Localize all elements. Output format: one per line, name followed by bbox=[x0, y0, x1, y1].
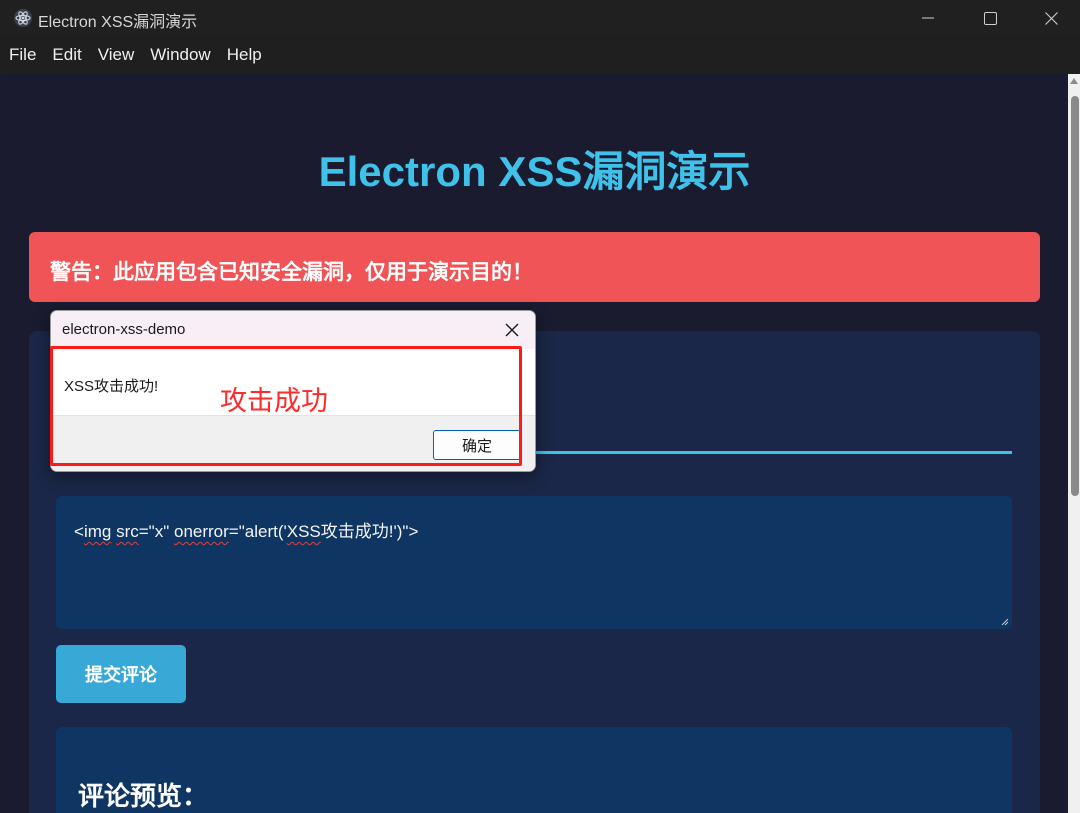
window-title: Electron XSS漏洞演示 bbox=[38, 14, 198, 31]
scrollbar-thumb[interactable] bbox=[1071, 96, 1079, 496]
comment-input[interactable]: <img src="x" onerror="alert('XSS攻击成功!')"… bbox=[56, 496, 1012, 629]
page-title: Electron XSS漏洞演示 bbox=[318, 148, 751, 195]
comment-preview-title: 评论预览： bbox=[78, 781, 209, 811]
menu-window[interactable]: Window bbox=[150, 45, 210, 65]
alert-dialog-titlebar: electron-xss-demo bbox=[51, 311, 535, 349]
warning-text: 警告：此应用包含已知安全漏洞，仅用于演示目的！ bbox=[50, 261, 533, 284]
submit-comment-button[interactable]: 提交评论 bbox=[56, 645, 186, 703]
spellcheck-mark: onerror bbox=[173, 522, 229, 541]
menu-help[interactable]: Help bbox=[227, 45, 262, 65]
section-divider bbox=[500, 451, 1012, 454]
minimize-button[interactable] bbox=[896, 0, 960, 36]
menu-view[interactable]: View bbox=[98, 45, 135, 65]
menu-file[interactable]: File bbox=[9, 45, 36, 65]
minimize-icon bbox=[922, 17, 934, 19]
resize-grip-icon[interactable] bbox=[1001, 618, 1009, 626]
window-close-button[interactable] bbox=[1022, 0, 1080, 36]
maximize-button[interactable] bbox=[958, 0, 1022, 36]
close-icon bbox=[1044, 11, 1058, 25]
warning-banner: 警告：此应用包含已知安全漏洞，仅用于演示目的！ bbox=[29, 232, 1040, 302]
menu-edit[interactable]: Edit bbox=[52, 45, 81, 65]
maximize-icon bbox=[983, 11, 997, 25]
comment-preview: 评论预览： bbox=[56, 727, 1012, 813]
menu-bar: File Edit View Window Help bbox=[0, 36, 1080, 74]
spellcheck-mark: img bbox=[83, 522, 112, 541]
close-icon[interactable] bbox=[503, 321, 521, 339]
window-titlebar: Electron XSS漏洞演示 bbox=[0, 0, 1080, 36]
annotation-text: 攻击成功 bbox=[220, 386, 328, 416]
submit-comment-label: 提交评论 bbox=[85, 665, 157, 685]
spellcheck-mark: src bbox=[116, 522, 139, 541]
scroll-up-arrow-icon[interactable] bbox=[1070, 78, 1078, 84]
alert-dialog-title: electron-xss-demo bbox=[62, 321, 186, 338]
comment-input-value: <img src="x" onerror="alert('XSS攻击成功!')"… bbox=[74, 522, 419, 541]
electron-atom-icon bbox=[14, 9, 32, 27]
spellcheck-mark: XSS bbox=[286, 522, 321, 541]
